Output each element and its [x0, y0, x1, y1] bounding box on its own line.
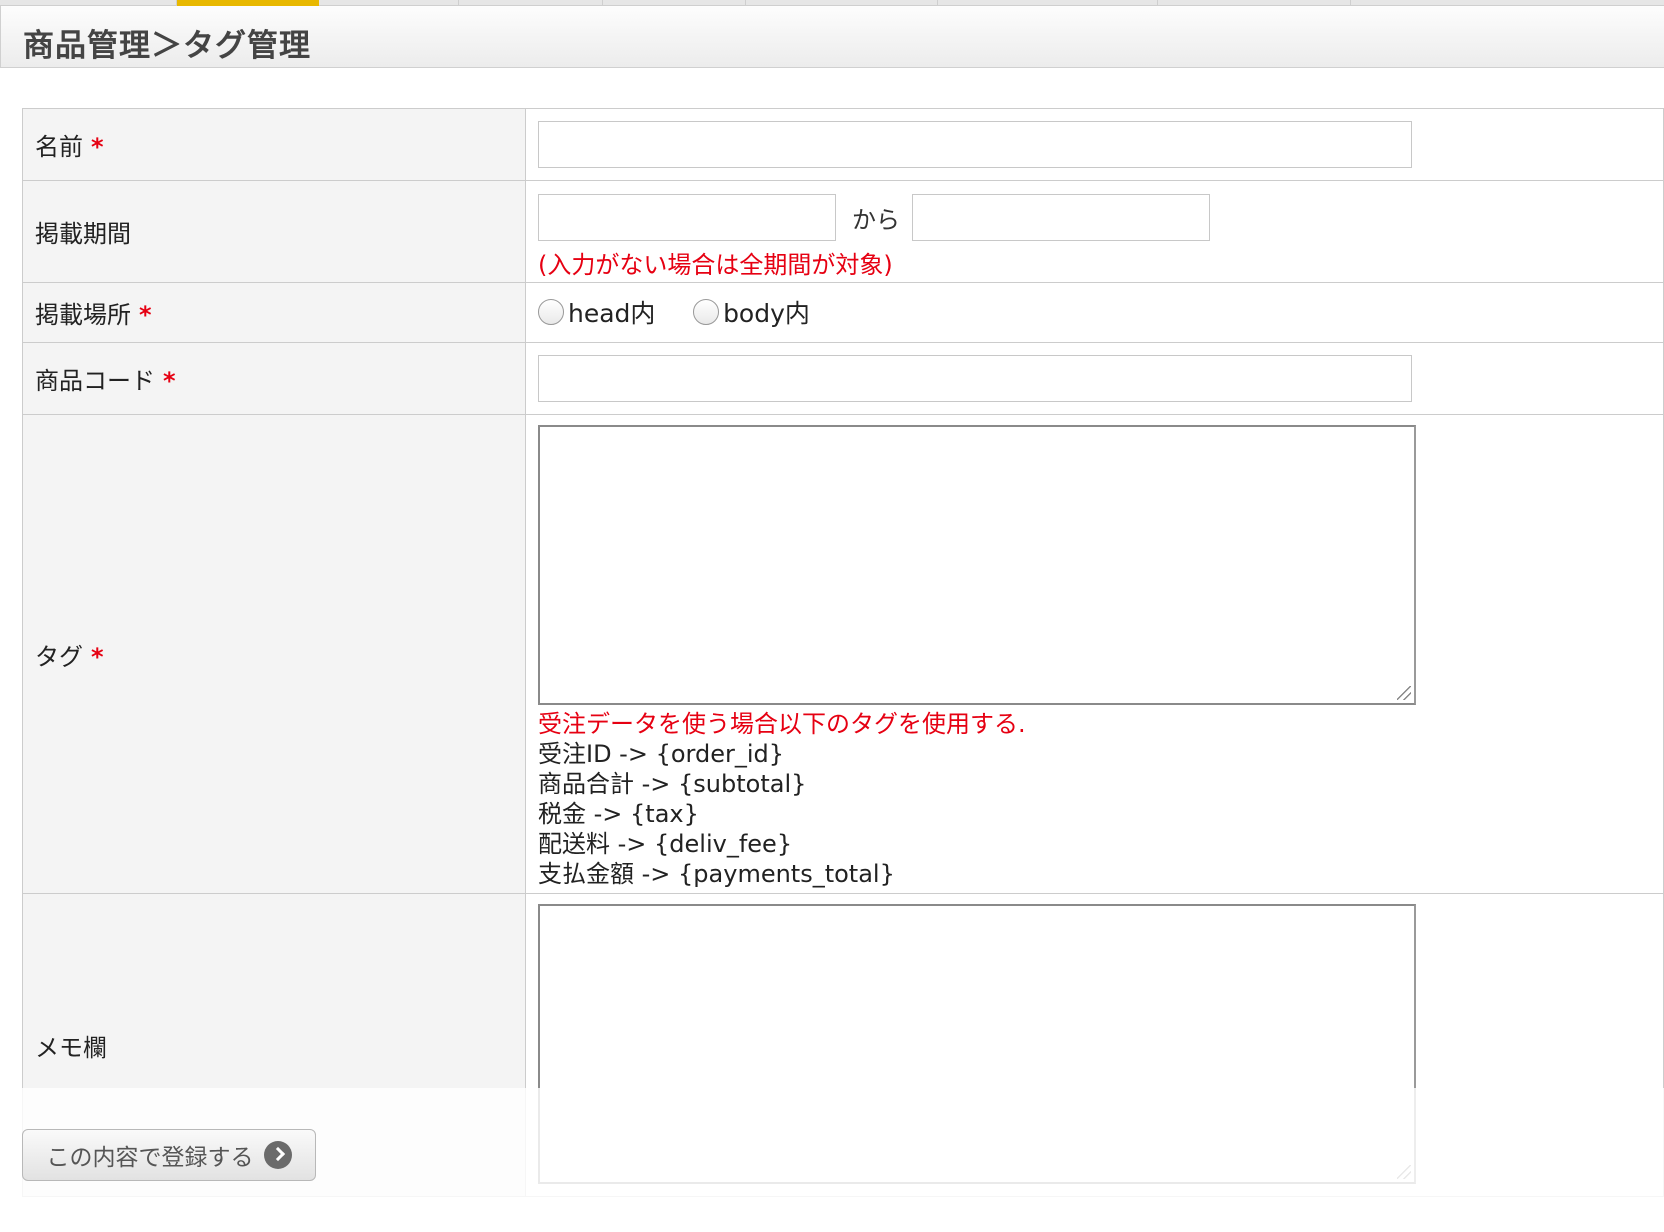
period-inputs: から	[538, 193, 1663, 241]
name-label-cell: 名前 *	[22, 108, 526, 181]
placement-option-body-label: body内	[723, 299, 810, 328]
tag-help-line: 受注ID -> {order_id}	[538, 740, 785, 768]
page-header: 商品管理＞タグ管理	[0, 6, 1664, 68]
memo-label: メモ欄	[35, 1033, 107, 1062]
radio-icon[interactable]	[693, 299, 720, 325]
required-mark: *	[91, 133, 104, 161]
product-code-label: 商品コード	[35, 367, 155, 395]
tag-form-table: 名前 * 掲載期間 から (入力がない場合は全期間が対象) 掲載場所 * head内	[22, 108, 1664, 1197]
tag-label: タグ	[35, 642, 83, 671]
form-row-period: 掲載期間 から (入力がない場合は全期間が対象)	[22, 180, 1664, 283]
placement-options-cell: head内 body内	[525, 282, 1664, 343]
submit-button-label: この内容で登録する	[46, 1145, 254, 1171]
arrow-right-icon	[263, 1141, 292, 1169]
form-row-placement: 掲載場所 * head内 body内	[22, 282, 1664, 343]
required-mark: *	[139, 301, 152, 329]
period-separator: から	[852, 205, 900, 234]
name-label: 名前	[35, 133, 83, 161]
tag-help: 受注データを使う場合以下のタグを使用する. 受注ID -> {order_id}…	[538, 709, 1663, 889]
tag-help-line: 配送料 -> {deliv_fee}	[538, 830, 793, 858]
period-label-cell: 掲載期間	[22, 180, 526, 283]
tag-label-cell: タグ *	[22, 414, 526, 894]
required-mark: *	[91, 642, 104, 671]
placement-option-head[interactable]: head内	[538, 294, 655, 330]
name-input-cell	[525, 108, 1664, 181]
tag-input-cell: 受注データを使う場合以下のタグを使用する. 受注ID -> {order_id}…	[525, 414, 1664, 894]
tag-help-line: 支払金額 -> {payments_total}	[538, 860, 895, 888]
tag-help-title: 受注データを使う場合以下のタグを使用する.	[538, 710, 1026, 738]
radio-icon[interactable]	[538, 299, 564, 325]
tag-help-line: 税金 -> {tax}	[538, 800, 699, 828]
product-code-label-cell: 商品コード *	[22, 342, 526, 415]
required-mark: *	[163, 367, 176, 395]
form-row-product-code: 商品コード *	[22, 342, 1664, 415]
period-from-input[interactable]	[538, 193, 836, 241]
tag-help-line: 商品合計 -> {subtotal}	[538, 770, 807, 798]
form-row-name: 名前 *	[22, 108, 1664, 181]
submit-button[interactable]: この内容で登録する	[22, 1129, 316, 1181]
period-input-cell: から (入力がない場合は全期間が対象)	[525, 180, 1664, 283]
placement-label-cell: 掲載場所 *	[22, 282, 526, 343]
period-to-input[interactable]	[912, 193, 1210, 241]
product-code-input[interactable]	[538, 355, 1412, 402]
product-code-input-cell	[525, 342, 1664, 415]
placement-option-head-label: head内	[568, 299, 656, 328]
tag-textarea[interactable]	[538, 425, 1416, 705]
period-label: 掲載期間	[35, 220, 131, 248]
name-input[interactable]	[538, 121, 1412, 168]
placement-label: 掲載場所	[35, 301, 131, 329]
period-note: (入力がない場合は全期間が対象)	[538, 250, 893, 279]
placement-option-body[interactable]: body内	[693, 294, 810, 330]
resize-grip-icon[interactable]	[1397, 686, 1411, 700]
form-row-tag: タグ * 受注データを使う場合以下のタグを使用する. 受注ID -> {order…	[22, 414, 1664, 894]
page-title: 商品管理＞タグ管理	[23, 28, 311, 64]
